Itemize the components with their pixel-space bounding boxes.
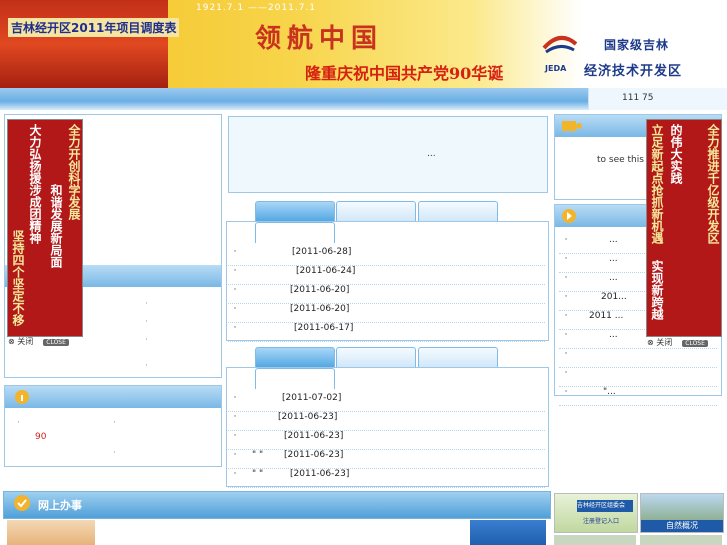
service-label-icon [103,520,143,545]
thumb-strip[interactable] [640,535,722,545]
list-item[interactable]: · [2011-06-23] [228,412,545,431]
tab-news-3[interactable] [418,201,498,222]
tab-notice-2[interactable] [336,347,416,368]
list-item[interactable]: · " " [2011-06-23] [228,469,545,488]
list-item[interactable]: · [2011-06-24] [228,266,545,285]
service-photo[interactable] [7,520,95,545]
list-item[interactable]: · [2011-06-20] [228,304,545,323]
left-float-close[interactable]: ⊗ 关闭 CLOSE [8,336,69,347]
list-item[interactable]: · [559,368,717,387]
list-item[interactable]: · [145,299,148,309]
thumb-label: 注册登记入口 [583,518,620,525]
list-item[interactable]: · [2011-06-17] [228,323,545,342]
devzone-title: 经济技术开发区 [584,64,683,79]
list-item[interactable]: · [559,349,717,368]
float-text: 全力开创科学发展 [67,124,81,220]
list-item[interactable]: · [2011-07-02] [228,393,545,412]
left-panel-2-header [5,386,221,408]
jeda-label: JEDA [545,64,567,73]
tab-notice-3[interactable] [418,347,498,368]
arrow-icon [562,209,576,223]
list-item[interactable]: · [145,317,148,327]
banner-photo [0,0,168,88]
online-services-header [3,491,551,519]
lead-china-title: 领航中国 [255,24,384,54]
list-item[interactable]: · [2011-06-28] [228,247,545,266]
registration-entry-link[interactable]: 吉林经开区组委会 注册登记入口 [554,493,638,533]
project-schedule-link[interactable]: 吉林经开区2011年项目调度表 [8,18,180,37]
center-feature-box: ... [228,116,548,193]
list-item[interactable]: · [2011-06-23] [228,431,545,450]
left-panel-2-value: 90 [35,432,47,442]
tab-news-4[interactable] [255,222,335,243]
service-banner[interactable] [470,520,546,545]
service-icon [14,495,30,511]
float-text: 实现新跨越 [650,260,664,320]
tab-news-2[interactable] [336,201,416,222]
tab-notice-1[interactable] [255,347,335,368]
gov-level-title: 国家级吉林 [604,38,670,52]
list-item[interactable]: · " " [2011-06-23] [228,450,545,469]
list-item[interactable]: · [145,361,148,371]
thumb-label: 吉林经开区组委会 [577,500,633,512]
jeda-logo-icon [542,36,578,54]
visit-counter: 111 75 [622,93,654,103]
anniversary-years: 1921.7.1 ——2011.7.1 [196,3,317,13]
left-panel-2: · 90 · · [4,385,222,467]
list-item[interactable]: · "... [559,387,717,406]
news-list-2: · [2011-07-02] · [2011-06-23] · [2011-06-23… [228,393,545,488]
flash-placeholder: to see this [597,155,644,165]
left-float-ad[interactable]: 全力开创科学发展 和谐发展新局面 大力弘扬援涉成团精神 坚持四个坚定不移 [7,119,83,337]
natural-overview-link[interactable]: 自然概况 [640,493,724,533]
float-text: 大力弘扬援涉成团精神 [28,124,42,244]
tab-notice-4[interactable] [255,368,335,389]
thumb-label: 自然概况 [641,520,723,532]
visit-counter-area [588,88,727,110]
film-icon [562,121,582,131]
list-item[interactable]: · [2011-06-20] [228,285,545,304]
right-float-ad[interactable]: 立足新起点抢抓新机遇 实现新跨越 的伟大实践 全力推进千亿级开发区 [646,119,722,337]
float-text: 和谐发展新局面 [49,184,63,268]
float-text: 立足新起点抢抓新机遇 [650,124,664,244]
tab-news-1[interactable] [255,201,335,222]
list-item[interactable]: · [145,335,148,345]
news-list-1: · [2011-06-28] · [2011-06-24] · [2011-06-20… [228,247,545,342]
info-icon [15,390,29,404]
float-text: 坚持四个坚定不移 [11,230,25,326]
right-float-close[interactable]: ⊗ 关闭 CLOSE [647,337,708,348]
feature-text: ... [427,149,436,159]
float-text: 全力推进千亿级开发区 [706,124,720,244]
float-text: 的伟大实践 [669,124,683,184]
thumb-strip[interactable] [554,535,636,545]
celebrate-slogan: 隆重庆祝中国共产党90华诞 [305,64,504,83]
online-services-title: 网上办事 [38,499,82,512]
